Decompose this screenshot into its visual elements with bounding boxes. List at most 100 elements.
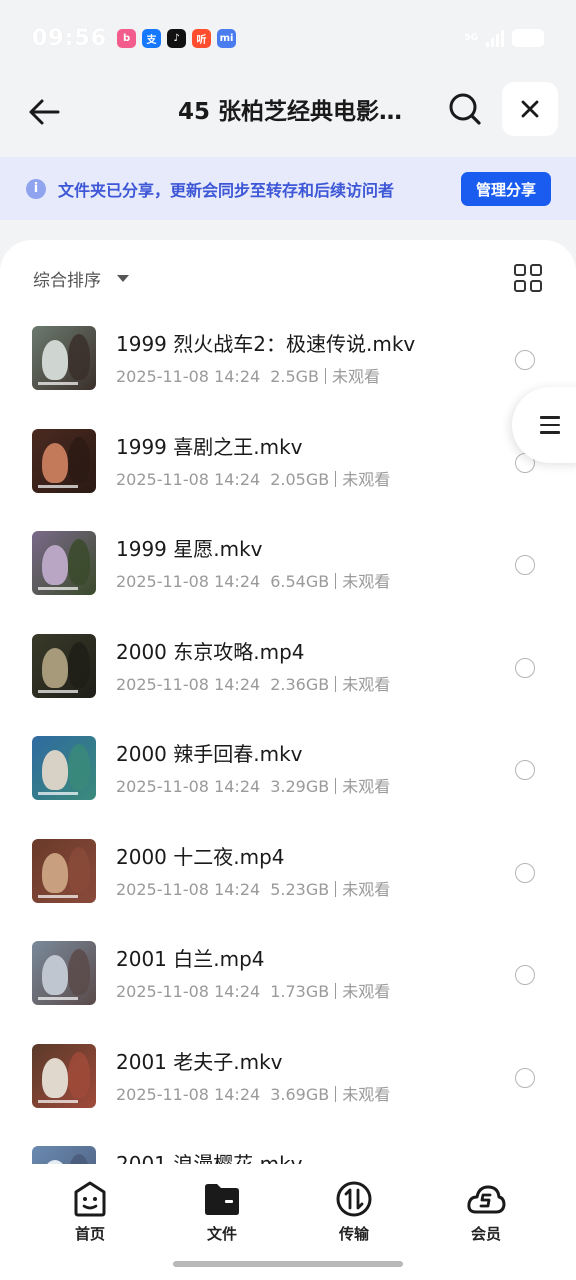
file-row[interactable]: 2000 东京攻略.mp4 2025-11-08 14:24 2.36GB 未观看	[0, 612, 576, 714]
watch-status: 未观看	[342, 469, 391, 489]
select-radio[interactable]	[515, 760, 535, 780]
file-row[interactable]: 1999 烈火战车2：极速传说.mkv 2025-11-08 14:24 2.5GB…	[0, 304, 576, 406]
file-size: 2.36GB	[270, 674, 330, 694]
file-meta: 2025-11-08 14:24 1.73GB 未观看	[116, 978, 390, 1002]
home-indicator	[173, 1261, 403, 1267]
file-size: 2.5GB	[270, 367, 320, 386]
file-size: 1.73GB	[270, 982, 330, 1001]
file-name: 1999 喜剧之王.mkv	[116, 434, 303, 459]
file-date: 2025-11-08 14:24	[116, 572, 261, 591]
file-meta: 2025-11-08 14:24 6.54GB 未观看	[116, 568, 390, 592]
file-date: 2025-11-08 14:24	[116, 674, 261, 694]
search-button[interactable]	[442, 86, 488, 132]
sort-dropdown[interactable]: 综合排序	[33, 266, 129, 291]
file-date: 2025-11-08 14:24	[116, 1084, 261, 1104]
share-notice-text: 文件夹已分享，更新会同步至转存和后续访问者	[58, 180, 395, 200]
file-date: 2025-11-08 14:24	[116, 367, 261, 386]
search-icon	[449, 93, 481, 125]
close-button[interactable]	[502, 82, 558, 136]
tiktok-icon: ♪	[167, 28, 187, 48]
file-row[interactable]: 2000 辣手回春.mkv 2025-11-08 14:24 3.29GB 未观看	[0, 714, 576, 816]
transfer-icon	[334, 1179, 374, 1219]
file-date: 2025-11-08 14:24	[116, 879, 261, 899]
file-name: 2001 老夫子.mkv	[116, 1049, 283, 1074]
close-icon	[521, 100, 539, 118]
alipay-icon: 支	[142, 28, 162, 48]
page-title: 45 张柏芝经典电影…	[177, 99, 402, 125]
share-notice-banner: i 文件夹已分享，更新会同步至转存和后续访问者 管理分享	[0, 157, 576, 220]
watch-status: 未观看	[342, 1084, 391, 1104]
file-list: 1999 烈火战车2：极速传说.mkv 2025-11-08 14:24 2.5GB…	[0, 304, 576, 1164]
file-date: 2025-11-08 14:24	[116, 777, 261, 796]
video-thumbnail	[32, 633, 96, 698]
watch-status: 未观看	[332, 367, 381, 386]
watch-status: 未观看	[342, 982, 391, 1001]
menu-icon	[540, 416, 560, 434]
watch-status: 未观看	[342, 572, 391, 591]
meta-divider	[335, 983, 337, 999]
select-radio[interactable]	[515, 862, 535, 883]
file-name: 1999 星愿.mkv	[116, 537, 263, 561]
home-face-icon	[70, 1179, 110, 1219]
video-thumbnail	[32, 838, 96, 903]
nav-files[interactable]: 文件	[182, 1179, 262, 1244]
info-icon: i	[26, 178, 46, 199]
bottom-nav: 首页 文件 传输 会员	[0, 1165, 576, 1280]
network-indicator: 5G	[464, 32, 478, 43]
video-thumbnail	[32, 428, 96, 493]
file-meta: 2025-11-08 14:24 2.05GB 未观看	[116, 466, 390, 490]
signal-icon	[486, 29, 504, 47]
video-thumbnail	[32, 531, 96, 595]
file-name: 2001 白兰.mp4	[116, 947, 265, 971]
battery-icon	[512, 29, 544, 47]
vip-cloud-icon	[466, 1179, 506, 1219]
back-button[interactable]	[22, 90, 66, 134]
nav-files-label: 文件	[206, 1225, 237, 1243]
nav-vip[interactable]: 会员	[446, 1179, 526, 1244]
watch-status: 未观看	[342, 777, 391, 796]
file-list-card: 综合排序 1999 烈火战车2：极速传说.mkv 2025-11-08 14:24…	[0, 240, 576, 1280]
meta-divider	[325, 368, 327, 384]
meta-divider	[335, 1085, 337, 1102]
folder-icon	[202, 1179, 242, 1219]
select-radio[interactable]	[515, 1067, 535, 1088]
nav-transfer[interactable]: 传输	[314, 1179, 394, 1244]
select-radio[interactable]	[515, 965, 535, 985]
file-row[interactable]: 2001 老夫子.mkv 2025-11-08 14:24 3.69GB 未观看	[0, 1022, 576, 1124]
video-thumbnail	[32, 941, 96, 1005]
select-radio[interactable]	[515, 350, 535, 370]
file-row[interactable]: 1999 星愿.mkv 2025-11-08 14:24 6.54GB 未观看	[0, 509, 576, 611]
video-thumbnail	[32, 1043, 96, 1108]
video-thumbnail	[32, 326, 96, 390]
meta-divider	[335, 778, 337, 794]
manage-share-button[interactable]: 管理分享	[461, 172, 551, 206]
grid-view-icon[interactable]	[514, 264, 542, 292]
mi-icon: mi	[217, 28, 237, 48]
bilibili-icon: b	[117, 28, 137, 48]
back-arrow-icon	[29, 99, 60, 125]
meta-divider	[335, 880, 337, 897]
meta-divider	[335, 675, 337, 692]
nav-home[interactable]: 首页	[50, 1179, 130, 1244]
file-row[interactable]: 2000 十二夜.mp4 2025-11-08 14:24 5.23GB 未观看	[0, 817, 576, 919]
sort-label: 综合排序	[33, 271, 101, 291]
meta-divider	[335, 470, 337, 487]
file-name: 2001 浪漫樱花.mkv	[116, 1152, 303, 1164]
file-meta: 2025-11-08 14:24 5.23GB 未观看	[116, 876, 390, 900]
video-thumbnail	[32, 736, 96, 800]
file-size: 2.05GB	[270, 469, 330, 489]
file-meta: 2025-11-08 14:24 2.36GB 未观看	[116, 671, 390, 695]
select-radio[interactable]	[515, 555, 535, 575]
select-radio[interactable]	[515, 657, 535, 678]
file-size: 6.54GB	[270, 572, 330, 591]
status-time: 09:56	[32, 25, 108, 51]
file-row[interactable]: 1999 喜剧之王.mkv 2025-11-08 14:24 2.05GB 未观看	[0, 407, 576, 509]
file-row[interactable]: 2001 白兰.mp4 2025-11-08 14:24 1.73GB 未观看	[0, 919, 576, 1021]
file-meta: 2025-11-08 14:24 2.5GB 未观看	[116, 363, 380, 387]
file-meta: 2025-11-08 14:24 3.29GB 未观看	[116, 773, 390, 797]
meta-divider	[335, 573, 337, 589]
file-date: 2025-11-08 14:24	[116, 469, 261, 489]
file-row[interactable]: 2001 浪漫樱花.mkv	[0, 1124, 576, 1164]
file-size: 5.23GB	[270, 879, 330, 899]
nav-home-label: 首页	[74, 1225, 105, 1243]
